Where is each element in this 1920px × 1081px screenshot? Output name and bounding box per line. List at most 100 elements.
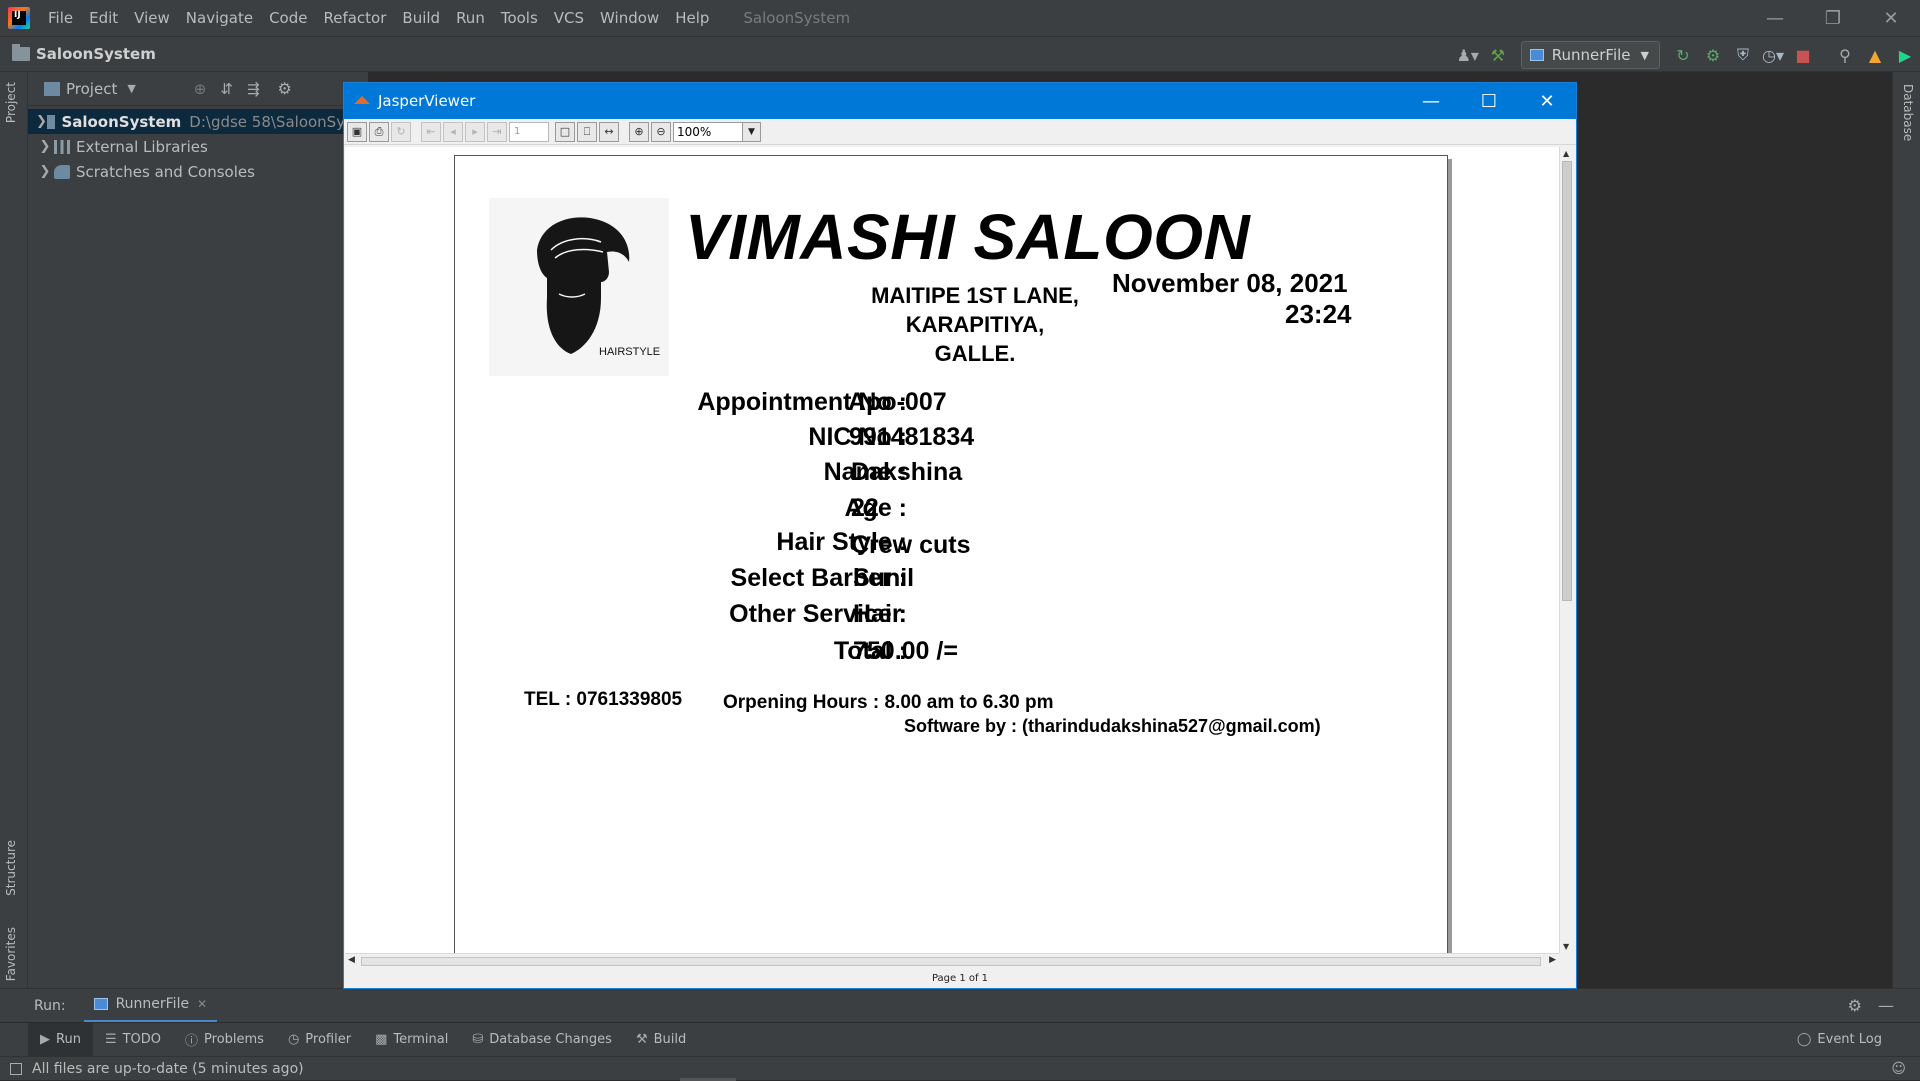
close-icon[interactable]: ✕ — [1518, 83, 1576, 119]
panel-toggle-icon[interactable] — [10, 1062, 22, 1075]
restore-icon[interactable]: ❐ — [1804, 0, 1862, 36]
minimize-icon[interactable]: — — [1402, 83, 1460, 119]
coverage-icon[interactable]: ⛨ — [1728, 40, 1758, 70]
reload-icon[interactable]: ↻ — [391, 121, 411, 142]
first-page-icon[interactable]: ⇤ — [421, 121, 441, 142]
footer-opening-hours: Orpening Hours : 8.00 am to 6.30 pm — [723, 692, 1054, 713]
field-value-hair-style: Crew cuts — [851, 531, 971, 559]
inspection-icon[interactable]: ☺ — [1891, 1061, 1906, 1077]
menu-view[interactable]: View — [126, 0, 178, 36]
tab-database[interactable]: Database — [1901, 84, 1915, 141]
tool-label: Database Changes — [489, 1032, 612, 1047]
run-tab-runnerfile[interactable]: RunnerFile ✕ — [83, 989, 218, 1023]
tool-label: Profiler — [305, 1032, 352, 1047]
profiler-icon[interactable]: ◷▾ — [1758, 40, 1788, 70]
scrollbar-thumb[interactable] — [361, 957, 1541, 966]
menu-help[interactable]: Help — [667, 0, 717, 36]
tab-structure[interactable]: Structure — [4, 840, 18, 896]
breadcrumb[interactable]: SaloonSystem — [12, 44, 156, 63]
event-log-button[interactable]: ◯ Event Log — [1785, 1023, 1894, 1057]
hide-panel-icon[interactable]: — — [1878, 996, 1894, 1015]
chevron-right-icon[interactable]: ❯ — [36, 164, 54, 179]
vertical-scrollbar[interactable]: ▲ ▼ — [1559, 147, 1575, 953]
build-hammer-icon[interactable]: ⚒ — [1483, 40, 1513, 70]
run-config-select[interactable]: RunnerFile ▼ — [1520, 41, 1660, 69]
address-line: MAITIPE 1ST LANE, — [871, 283, 1079, 308]
tool-build[interactable]: ⚒ Build — [624, 1023, 698, 1057]
tree-item-external-libraries[interactable]: ❯ External Libraries — [28, 134, 368, 159]
tree-item-saloonsystem[interactable]: ❯ SaloonSystem D:\gdse 58\SaloonSyste — [28, 109, 368, 134]
run-tab-label: RunnerFile — [115, 996, 190, 1012]
search-icon[interactable]: ⚲ — [1830, 40, 1860, 70]
expand-all-icon[interactable]: ⇵ — [220, 80, 233, 98]
menu-code[interactable]: Code — [261, 0, 315, 36]
rerun-icon[interactable]: ↻ — [1668, 40, 1698, 70]
collapse-all-icon[interactable]: ⇶ — [247, 80, 260, 98]
horizontal-scrollbar[interactable]: ◀ ▶ — [345, 953, 1559, 969]
tool-window-bar: ▶ Run ☰ TODO ⓘ Problems ◷ Profiler ▩ Terminal… — [0, 1022, 1920, 1057]
print-icon[interactable]: ⎙ — [369, 121, 389, 142]
menu-vcs[interactable]: VCS — [546, 0, 592, 36]
menu-run[interactable]: Run — [448, 0, 493, 36]
chevron-right-icon[interactable]: ❯ — [36, 139, 54, 154]
menu-refactor[interactable]: Refactor — [315, 0, 394, 36]
field-value-select-barber: Sunil — [853, 564, 915, 592]
tool-todo[interactable]: ☰ TODO — [93, 1023, 173, 1057]
chevron-right-icon[interactable]: ❯ — [36, 114, 47, 129]
maximize-icon[interactable]: ☐ — [1460, 83, 1518, 119]
debug-bug-icon[interactable]: ⚙ — [1698, 40, 1728, 70]
scroll-up-icon[interactable]: ▲ — [1563, 149, 1569, 158]
scroll-right-icon[interactable]: ▶ — [1549, 955, 1556, 965]
actual-size-icon[interactable]: □ — [555, 121, 575, 142]
menu-build[interactable]: Build — [394, 0, 448, 36]
zoom-select[interactable]: 100% — [673, 121, 743, 142]
menu-file[interactable]: File — [40, 0, 81, 36]
last-page-icon[interactable]: ⇥ — [487, 121, 507, 142]
chevron-down-icon[interactable]: ▼ — [743, 121, 761, 142]
zoom-in-icon[interactable]: ⊕ — [629, 121, 649, 142]
fit-width-icon[interactable]: ↔ — [599, 121, 619, 142]
previous-page-icon[interactable]: ◂ — [443, 121, 463, 142]
tab-favorites[interactable]: Favorites — [4, 927, 18, 981]
report-canvas: HAIRSTYLE VIMASHI SALOON MAITIPE 1ST LAN… — [345, 147, 1559, 953]
project-panel-title[interactable]: Project — [66, 80, 117, 98]
tool-database-changes[interactable]: ⛁ Database Changes — [460, 1023, 624, 1057]
menu-edit[interactable]: Edit — [81, 0, 126, 36]
user-icon[interactable]: ♟▾ — [1453, 40, 1483, 70]
jasper-title-bar[interactable]: JasperViewer — ☐ ✕ — [344, 83, 1576, 119]
project-panel-header: Project ▼ ⊕ ⇵ ⇶ ⚙ — [28, 72, 368, 106]
fit-page-icon[interactable]: ⎕ — [577, 121, 597, 142]
chevron-down-icon[interactable]: ▼ — [127, 82, 135, 95]
save-icon[interactable]: ▣ — [347, 121, 367, 142]
page-status: Page 1 of 1 — [344, 969, 1576, 988]
stop-icon[interactable]: ■ — [1788, 40, 1818, 70]
main-toolbar: ♟▾ ⚒ RunnerFile ▼ ↻ ⚙ ⛨ ◷▾ ■ ⚲ ▲ ▶ — [1453, 37, 1920, 73]
tool-label: Terminal — [393, 1032, 449, 1047]
tree-item-scratches[interactable]: ❯ Scratches and Consoles — [28, 159, 368, 184]
scrollbar-thumb[interactable] — [1562, 161, 1572, 601]
zoom-out-icon[interactable]: ⊖ — [651, 121, 671, 142]
scroll-down-icon[interactable]: ▼ — [1563, 942, 1569, 951]
tool-terminal[interactable]: ▩ Terminal — [363, 1023, 460, 1057]
locate-target-icon[interactable]: ⊕ — [194, 80, 207, 98]
code-with-me-icon[interactable]: ▶ — [1890, 40, 1920, 70]
scroll-left-icon[interactable]: ◀ — [348, 955, 355, 965]
minimize-icon[interactable]: — — [1746, 0, 1804, 36]
menu-navigate[interactable]: Navigate — [178, 0, 261, 36]
tool-run[interactable]: ▶ Run — [28, 1022, 93, 1057]
jasper-title: JasperViewer — [378, 92, 476, 110]
breadcrumb-project[interactable]: SaloonSystem — [36, 45, 156, 63]
menu-tools[interactable]: Tools — [493, 0, 546, 36]
gear-icon[interactable]: ⚙ — [1848, 996, 1862, 1015]
tool-problems[interactable]: ⓘ Problems — [173, 1023, 276, 1057]
close-icon[interactable]: ✕ — [1862, 0, 1920, 36]
tool-profiler[interactable]: ◷ Profiler — [276, 1023, 363, 1057]
gear-icon[interactable]: ⚙ — [278, 79, 292, 98]
next-page-icon[interactable]: ▸ — [465, 121, 485, 142]
tool-label: Build — [653, 1032, 687, 1047]
page-number-input[interactable]: 1 — [509, 121, 549, 142]
tab-project[interactable]: Project — [4, 82, 18, 123]
update-icon[interactable]: ▲ — [1860, 40, 1890, 70]
menu-window[interactable]: Window — [592, 0, 667, 36]
close-tab-icon[interactable]: ✕ — [197, 997, 207, 1011]
